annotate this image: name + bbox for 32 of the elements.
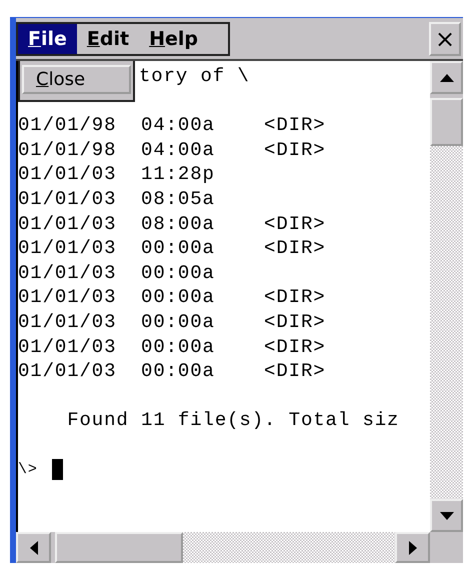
console-line: 01/01/03 00:00a [18, 262, 215, 284]
menu-item[interactable]: Edit [76, 24, 140, 54]
close-button[interactable]: × [429, 22, 461, 56]
console-line: 01/01/03 08:05a [18, 188, 215, 210]
console-line: 01/01/03 11:28p [18, 163, 215, 186]
up-arrow-icon [440, 74, 454, 82]
scroll-thumb[interactable] [55, 532, 183, 563]
menu-item[interactable]: Help [139, 24, 208, 54]
console-line: 01/01/98 04:00a <DIR> [18, 138, 326, 161]
scroll-down-button[interactable] [430, 499, 463, 532]
console-line: 01/01/03 00:00a <DIR> [18, 336, 326, 358]
console-line: 01/01/03 08:00a <DIR> [18, 212, 326, 235]
cursor-icon [52, 459, 63, 480]
console-line: 01/01/03 00:00a <DIR> [18, 286, 326, 308]
left-arrow-icon [30, 540, 38, 554]
console-line: tory of \ [139, 65, 250, 87]
menu-item[interactable]: Close [22, 65, 131, 94]
console-line: 01/01/03 00:00a <DIR> [18, 310, 326, 333]
right-arrow-icon [408, 540, 416, 554]
console-line: 01/01/98 04:00a <DIR> [18, 114, 326, 136]
horizontal-scrollbar[interactable] [16, 532, 430, 563]
menu-item[interactable]: File [18, 24, 77, 54]
scroll-up-button[interactable] [430, 61, 463, 94]
vertical-scrollbar[interactable] [430, 61, 463, 532]
scroll-right-button[interactable] [395, 532, 430, 563]
console-line: 01/01/03 00:00a <DIR> [18, 360, 326, 382]
console-line: Found 11 file(s). Total siz [66, 409, 400, 432]
console-line: 01/01/03 00:00a <DIR> [18, 237, 326, 260]
scroll-thumb[interactable] [430, 98, 463, 146]
scroll-left-button[interactable] [16, 532, 51, 563]
prompt-text: \> [18, 460, 38, 480]
down-arrow-icon [440, 512, 454, 520]
